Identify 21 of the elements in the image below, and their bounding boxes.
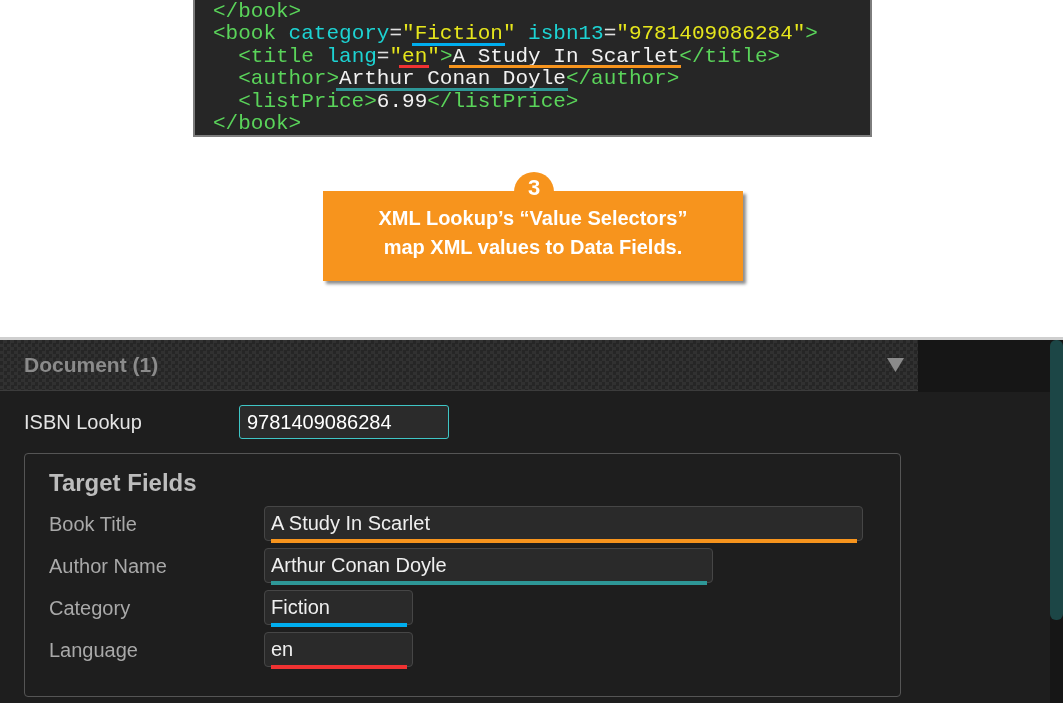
- field-label: Category: [49, 595, 132, 621]
- code-line: <book category="Fiction" isbn13="9781409086284">: [213, 22, 818, 46]
- accordion-header[interactable]: Document (1): [0, 340, 918, 391]
- field-label: ISBN Lookup: [24, 410, 143, 435]
- field-label: Author Name: [49, 553, 168, 579]
- text-field[interactable]: A Study In Scarlet: [264, 506, 863, 541]
- code-line: </book>: [213, 111, 302, 135]
- text-field[interactable]: Arthur Conan Doyle: [264, 548, 713, 583]
- caret-icon[interactable]: [887, 358, 904, 372]
- code-line: </book>: [213, 0, 302, 23]
- text-field[interactable]: en: [264, 632, 413, 667]
- field-label: Language: [49, 637, 139, 663]
- code-line: <listPrice>6.99</listPrice>: [238, 89, 579, 113]
- scrollbar-thumb[interactable]: [1050, 340, 1063, 620]
- callout-text: XML Lookup’s “Value Selectors” map XML values to Data Fields.: [378, 206, 688, 260]
- code-line: <title lang="en">A Study In Scarlet</title>: [238, 44, 781, 68]
- text-field[interactable]: Fiction: [264, 590, 413, 625]
- field-label: Book Title: [49, 511, 138, 537]
- isbn-input[interactable]: 9781409086284: [239, 405, 449, 439]
- code-line: <author>Arthur Conan Doyle</author>: [238, 67, 680, 91]
- group-title: Target Fields: [49, 468, 198, 498]
